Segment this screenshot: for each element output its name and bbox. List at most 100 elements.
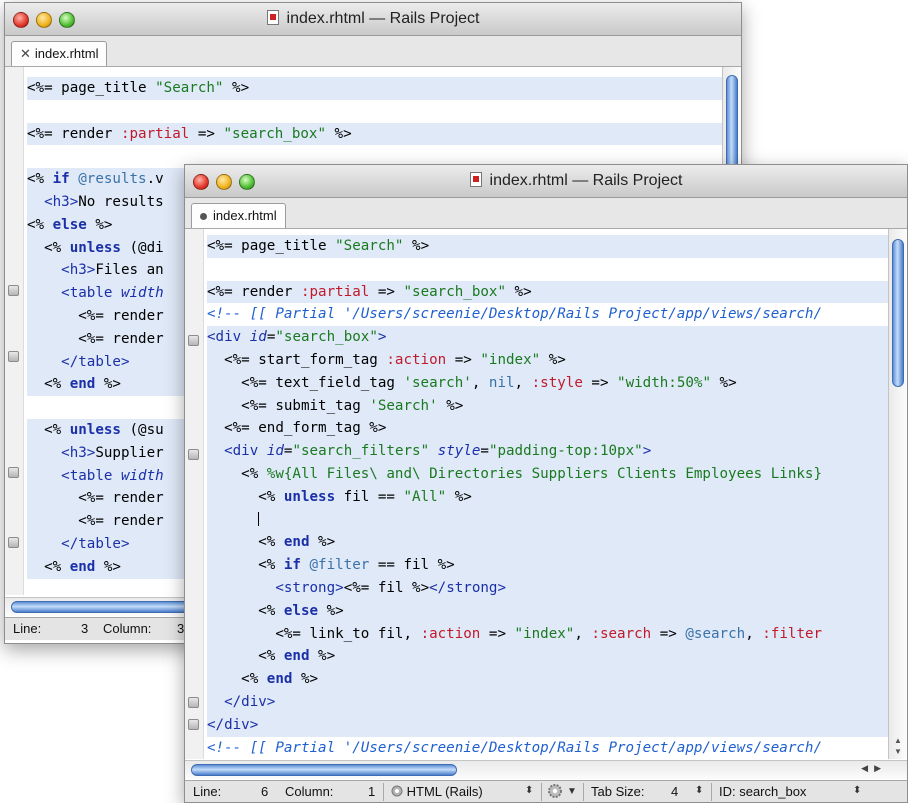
front-vertical-scroll-thumb[interactable] [892,239,904,387]
code-line[interactable]: <div id="search_box"> [207,326,889,349]
front-tab-bar: index.rhtml [185,198,907,229]
code-line[interactable]: <% %w{All Files\ and\ Directories Suppli… [207,462,889,486]
close-tab-icon[interactable]: ✕ [20,42,31,66]
code-token: <%= [207,238,242,254]
back-tab-bar: ✕ index.rhtml [5,36,741,67]
vertical-scroll-arrows[interactable]: ▲ ▼ [889,735,907,757]
back-window-titlebar[interactable]: index.rhtml — Rails Project [5,3,741,36]
code-token: :action [386,351,447,368]
code-line[interactable]: <!-- [[ Partial '/Users/screenie/Desktop… [207,737,889,759]
code-token: <%= [241,374,276,391]
line-gutter[interactable] [185,229,204,759]
language-popup-arrows-icon[interactable]: ⬍ [525,785,533,796]
code-token: %> [403,238,430,254]
code-token: <% [258,648,284,665]
code-line[interactable] [207,258,889,281]
front-code-editor[interactable]: <%= page_title "Search" %> <%= render :pa… [185,229,889,759]
tab-size-label[interactable]: Tab Size: [591,784,644,799]
code-line[interactable]: </div> [207,713,889,737]
gear-icon[interactable] [547,783,563,802]
code-line[interactable]: <% else %> [207,599,889,623]
fold-marker-icon[interactable] [188,335,199,346]
code-token: @filter [309,557,370,574]
symbol-popup-arrows-icon[interactable]: ⬍ [853,785,861,796]
tab-index-rhtml[interactable]: ✕ index.rhtml [11,41,108,66]
gear-menu-arrow-icon[interactable]: ▼ [567,786,577,797]
code-line[interactable]: <%= start_form_tag :action => "index" %> [207,348,889,372]
code-line[interactable]: <% unless fil == "All" %> [207,485,889,509]
front-vertical-scrollbar[interactable]: ▲ ▼ [888,229,907,759]
code-token: <%= [78,307,113,324]
code-line[interactable]: <!-- [[ Partial '/Users/screenie/Desktop… [207,303,889,326]
code-token: start_form_tag [258,351,387,368]
code-token: end [283,648,310,665]
code-token: <% [258,602,284,619]
front-horizontal-scroll-thumb[interactable] [191,764,457,776]
code-token: <h3> [61,444,96,461]
fold-marker-icon[interactable] [8,537,19,548]
back-horizontal-scroll-thumb[interactable] [11,601,211,613]
code-line[interactable]: <% if @filter == fil %> [207,554,889,577]
line-gutter[interactable] [5,67,24,595]
tab-size-value[interactable]: 4 [671,784,678,799]
fold-marker-icon[interactable] [8,285,19,296]
code-line[interactable]: <%= submit_tag 'Search' %> [207,394,889,418]
code-line[interactable] [207,508,889,532]
horizontal-scroll-arrows[interactable]: ◀▶ [861,763,887,774]
code-area[interactable]: <%= page_title "Search" %> <%= render :pa… [207,235,889,759]
symbol-popup[interactable]: ID: search_box [719,784,806,799]
code-line[interactable]: <%= page_title "Search" %> [27,77,723,100]
front-editor-window[interactable]: index.rhtml — Rails Project index.rhtml … [184,164,908,803]
code-token: <strong> [275,579,344,596]
fold-marker-icon[interactable] [8,351,19,362]
code-token: "search_filters" [292,443,438,460]
code-token: <%= [27,80,62,96]
code-token: %> [446,488,472,505]
code-token: id [249,329,267,346]
code-line[interactable]: <%= render :partial => "search_box" %> [207,280,889,304]
language-popup[interactable]: HTML (Rails) [391,784,483,799]
code-line[interactable]: <%= page_title "Search" %> [207,235,889,258]
code-token: page_title [61,80,156,96]
code-line[interactable]: <strong><%= fil %></strong> [207,576,889,600]
code-line[interactable]: <% end %> [207,531,889,555]
code-line[interactable]: </div> [207,690,889,714]
front-horizontal-scrollbar[interactable]: ◀▶ [185,760,907,779]
code-line[interactable]: <%= render :partial => "search_box" %> [27,122,723,146]
modified-dot-icon[interactable] [200,212,207,220]
code-line[interactable]: <%= text_field_tag 'search', nil, :style… [207,371,889,395]
code-token: "search_box" [403,283,506,300]
fold-marker-icon[interactable] [188,449,199,460]
tab-size-popup-arrows-icon[interactable]: ⬍ [695,785,703,796]
language-label: HTML (Rails) [406,784,483,799]
code-line[interactable] [27,100,723,123]
tab-index-rhtml[interactable]: index.rhtml [191,203,286,228]
code-token: => [189,125,224,142]
code-token: "All" [403,488,447,505]
code-token: style [437,443,481,460]
code-token: else [52,216,87,233]
code-line[interactable]: <%= link_to fil, :action => "index", :se… [207,622,889,646]
code-line[interactable]: <% end %> [207,645,889,669]
code-line[interactable]: <%= end_form_tag %> [207,417,889,441]
code-token: "index" [480,351,541,368]
code-token: link_to fil, [309,625,421,642]
fold-marker-icon[interactable] [8,467,19,478]
document-icon [266,10,279,25]
code-token: <%= [78,330,113,347]
code-line[interactable]: <% end %> [207,668,889,691]
fold-marker-icon[interactable] [188,719,199,730]
front-window-titlebar[interactable]: index.rhtml — Rails Project [185,165,907,198]
code-token: "padding-top:10px" [488,443,643,460]
code-token: unless [69,239,130,256]
code-token: %> [505,283,532,300]
code-token: </table> [61,535,130,552]
code-token: unless [69,421,130,438]
code-token: id [266,443,284,460]
fold-marker-icon[interactable] [188,697,199,708]
code-token: (@di [129,239,164,256]
code-line[interactable]: <div id="search_filters" style="padding-… [207,440,889,463]
